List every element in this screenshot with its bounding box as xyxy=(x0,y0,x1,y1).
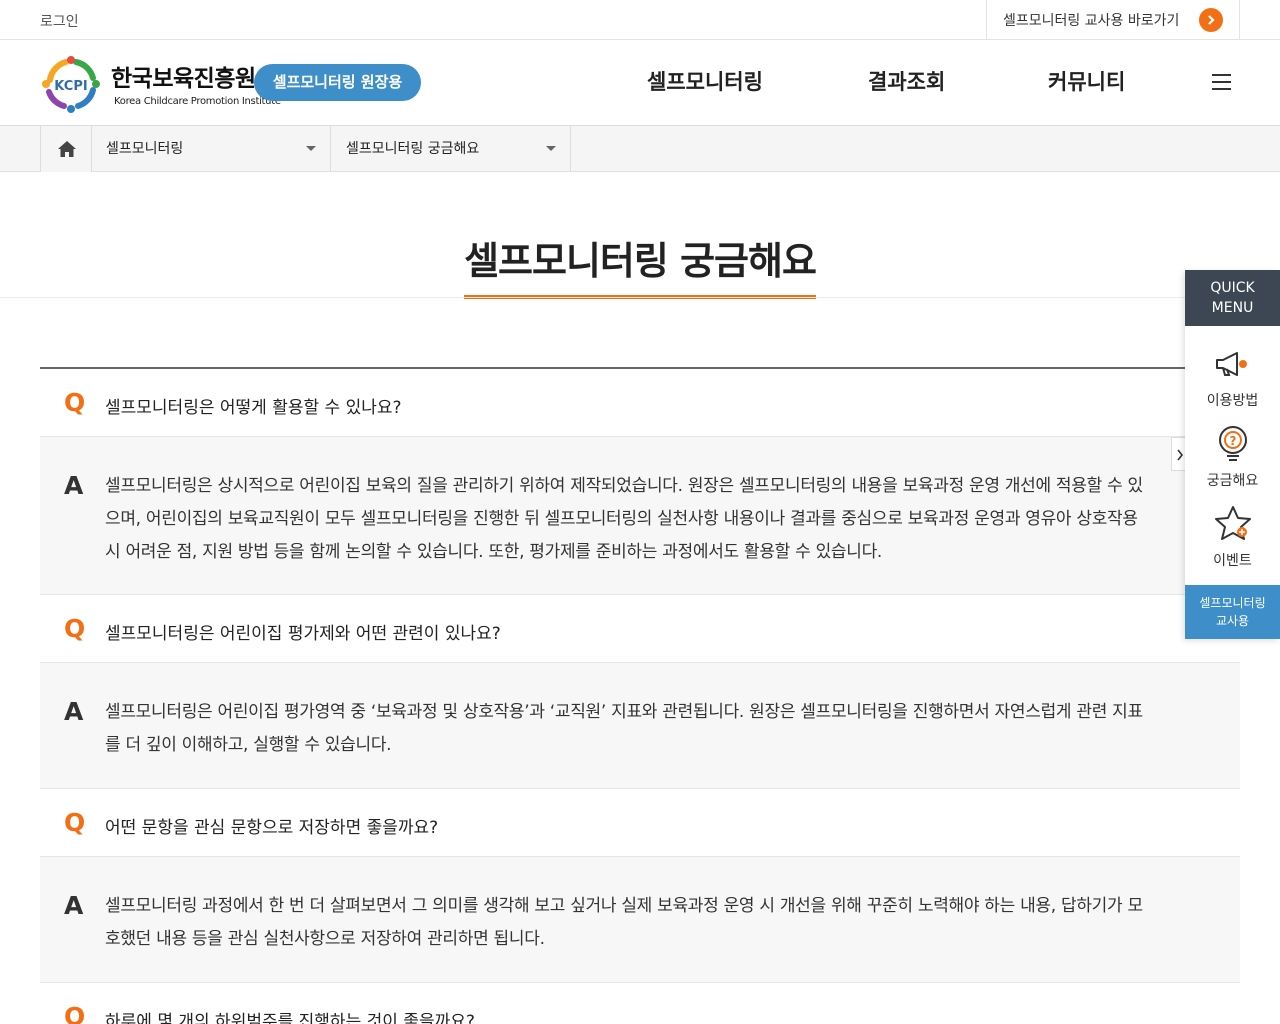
faq-question-1[interactable]: Q 셀프모니터링은 어떻게 활용할 수 있나요? xyxy=(40,369,1240,437)
chevron-right-icon xyxy=(1199,8,1223,32)
faq-question-4[interactable]: Q 하루에 몇 개의 하위범주를 진행하는 것이 좋을까요? xyxy=(40,983,1240,1024)
quick-menu-title-1: QUICK xyxy=(1210,280,1255,296)
a-mark: A xyxy=(64,891,84,920)
answer-text: 셀프모니터링 과정에서 한 번 더 살펴보면서 그 의미를 생각해 보고 싶거나… xyxy=(105,896,1143,949)
a-mark: A xyxy=(64,471,84,500)
a-mark: A xyxy=(64,697,84,726)
login-link[interactable]: 로그인 xyxy=(40,11,79,31)
nav-community[interactable]: 커뮤니티 xyxy=(1048,66,1125,96)
nav-results[interactable]: 결과조회 xyxy=(868,66,945,96)
question-bulb-icon: ? xyxy=(1219,426,1247,461)
quick-menu-event-label: 이벤트 xyxy=(1213,553,1252,569)
answer-text: 셀프모니터링은 상시적으로 어린이집 보육의 질을 관리하기 위하여 제작되었습… xyxy=(105,476,1143,562)
top-utility-bar: 로그인 셀프모니터링 교사용 바로가기 xyxy=(0,0,1280,40)
logo-korean-name: 한국보육진흥원 xyxy=(111,66,256,92)
faq-list: Q 셀프모니터링은 어떻게 활용할 수 있나요? A 셀프모니터링은 상시적으로… xyxy=(40,367,1240,1024)
quick-menu-teacher-label-1: 셀프모니터링 xyxy=(1199,596,1266,610)
caret-down-icon xyxy=(546,146,556,151)
title-divider xyxy=(0,297,1280,298)
faq-answer-1: A 셀프모니터링은 상시적으로 어린이집 보육의 질을 관리하기 위하여 제작되… xyxy=(40,437,1240,595)
faq-question-2[interactable]: Q 셀프모니터링은 어린이집 평가제와 어떤 관련이 있나요? xyxy=(40,595,1240,663)
role-badge: 셀프모니터링 원장용 xyxy=(254,64,421,101)
page-title: 셀프모니터링 궁금해요 xyxy=(464,230,817,299)
kcpi-logo[interactable]: KCPI 한국보육진흥원 Korea Childcare Promotion I… xyxy=(38,50,281,116)
quick-menu-how-to-label: 이용방법 xyxy=(1206,393,1259,409)
q-mark: Q xyxy=(64,1002,86,1024)
faq-answer-3: A 셀프모니터링 과정에서 한 번 더 살펴보면서 그 의미를 생각해 보고 싶… xyxy=(40,857,1240,983)
star-icon xyxy=(1215,506,1251,540)
quick-menu-teacher-label-2: 교사용 xyxy=(1215,614,1250,628)
quick-menu-faq[interactable]: ? 궁금해요 xyxy=(1185,416,1280,496)
question-text: 어떤 문항을 관심 문항으로 저장하면 좋을까요? xyxy=(105,818,439,838)
faq-answer-2: A 셀프모니터링은 어린이집 평가영역 중 ‘보육과정 및 상호작용’과 ‘교직… xyxy=(40,663,1240,789)
quick-menu-header: QUICK MENU xyxy=(1185,270,1280,326)
breadcrumb-level1-label: 셀프모니터링 xyxy=(106,141,184,157)
breadcrumb-home[interactable] xyxy=(40,126,92,172)
question-text: 하루에 몇 개의 하위범주를 진행하는 것이 좋을까요? xyxy=(105,1012,475,1024)
q-mark: Q xyxy=(64,388,86,417)
caret-down-icon xyxy=(306,146,316,151)
chevron-right-icon xyxy=(1177,449,1184,461)
teacher-shortcut-link[interactable]: 셀프모니터링 교사용 바로가기 xyxy=(986,0,1240,40)
page-title-wrap: 셀프모니터링 궁금해요 xyxy=(0,230,1280,299)
breadcrumb-level2-select[interactable]: 셀프모니터링 궁금해요 xyxy=(331,126,571,172)
kcpi-emblem-icon: KCPI xyxy=(42,56,100,113)
question-text: 셀프모니터링은 어린이집 평가제와 어떤 관련이 있나요? xyxy=(105,624,501,644)
hamburger-menu-icon[interactable] xyxy=(1208,74,1234,94)
logo-mark-text: KCPI xyxy=(54,79,87,94)
q-mark: Q xyxy=(64,808,86,837)
megaphone-icon xyxy=(1216,352,1247,376)
svg-text:?: ? xyxy=(1230,434,1237,448)
quick-menu-faq-label: 궁금해요 xyxy=(1206,473,1259,489)
home-icon xyxy=(58,141,76,157)
site-header: KCPI 한국보육진흥원 Korea Childcare Promotion I… xyxy=(0,40,1280,126)
answer-text: 셀프모니터링은 어린이집 평가영역 중 ‘보육과정 및 상호작용’과 ‘교직원’… xyxy=(105,702,1143,755)
breadcrumb-level2-label: 셀프모니터링 궁금해요 xyxy=(346,141,480,157)
breadcrumb-level1-select[interactable]: 셀프모니터링 xyxy=(91,126,331,172)
faq-question-3[interactable]: Q 어떤 문항을 관심 문항으로 저장하면 좋을까요? xyxy=(40,789,1240,857)
question-text: 셀프모니터링은 어떻게 활용할 수 있나요? xyxy=(105,398,402,418)
quick-menu-how-to[interactable]: 이용방법 xyxy=(1185,336,1280,416)
breadcrumb: 셀프모니터링 셀프모니터링 궁금해요 xyxy=(0,126,1280,172)
quick-menu-event[interactable]: 이벤트 xyxy=(1185,496,1280,576)
quick-menu: QUICK MENU 이용방법 ? 궁금해요 이벤트 셀프모니터링 교사용 xyxy=(1185,270,1280,639)
quick-menu-title-2: MENU xyxy=(1211,300,1254,316)
nav-self-monitoring[interactable]: 셀프모니터링 xyxy=(647,66,763,96)
q-mark: Q xyxy=(64,614,86,643)
logo-english-name: Korea Childcare Promotion Institute xyxy=(114,96,281,107)
teacher-shortcut-label: 셀프모니터링 교사용 바로가기 xyxy=(1003,13,1180,29)
quick-menu-teacher-link[interactable]: 셀프모니터링 교사용 xyxy=(1185,585,1280,639)
